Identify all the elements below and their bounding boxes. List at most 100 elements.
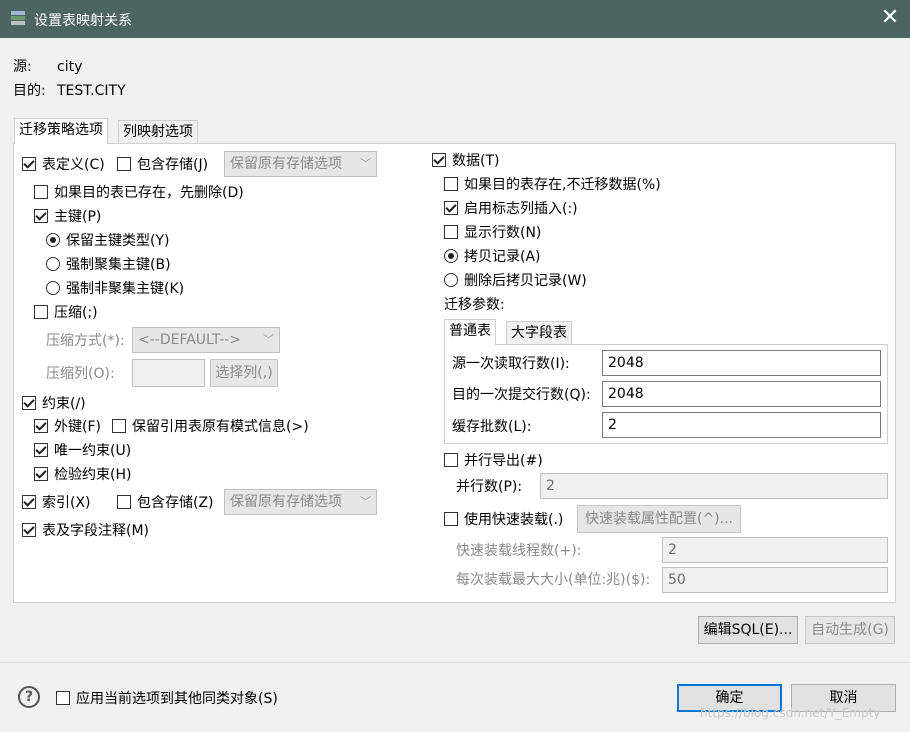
keep-ref-schema-label: 保留引用表原有模式信息(>) bbox=[132, 419, 309, 435]
edit-sql-button[interactable]: 编辑SQL(E)... bbox=[698, 616, 798, 644]
constraints-checkbox[interactable]: 约束(/) bbox=[22, 393, 86, 413]
footer-divider bbox=[0, 662, 910, 663]
include-storage-label: 包含存储(J) bbox=[137, 157, 209, 173]
tab-large-field-table[interactable]: 大字段表 bbox=[506, 321, 572, 345]
parallel-export-label: 并行导出(#) bbox=[464, 453, 543, 469]
show-rows-checkbox[interactable]: 显示行数(N) bbox=[444, 222, 541, 242]
check-constraint-label: 检验约束(H) bbox=[54, 467, 132, 483]
watermark: https://blog.csdn.net/Y_Empty bbox=[700, 706, 881, 720]
checkbox-box bbox=[34, 443, 48, 457]
target-value: TEST.CITY bbox=[57, 83, 126, 99]
compress-method-combo[interactable]: <--DEFAULT--> ﹀ bbox=[132, 327, 280, 353]
index-label: 索引(X) bbox=[42, 495, 91, 511]
checkbox-box bbox=[34, 209, 48, 223]
app-icon bbox=[11, 11, 25, 25]
buffer-batches-input[interactable]: 2 bbox=[602, 412, 881, 438]
parallel-count-label: 并行数(P): bbox=[456, 479, 523, 495]
unique-constraint-checkbox[interactable]: 唯一约束(U) bbox=[34, 440, 131, 460]
apply-all-checkbox[interactable]: 应用当前选项到其他同类对象(S) bbox=[56, 688, 278, 708]
force-clustered-radio[interactable]: 强制聚集主键(B) bbox=[46, 254, 171, 274]
fast-threads-input[interactable]: 2 bbox=[662, 537, 888, 563]
compress-label: 压缩(;) bbox=[54, 305, 98, 321]
read-rows-input[interactable]: 2048 bbox=[602, 350, 881, 376]
index-checkbox[interactable]: 索引(X) bbox=[22, 492, 91, 512]
checkbox-box bbox=[444, 177, 458, 191]
radio-dot bbox=[46, 257, 60, 271]
apply-all-label: 应用当前选项到其他同类对象(S) bbox=[76, 691, 278, 707]
storage-option-combo[interactable]: 保留原有存储选项 ﹀ bbox=[224, 151, 377, 177]
delete-then-copy-radio[interactable]: 删除后拷贝记录(W) bbox=[444, 270, 587, 290]
table-def-checkbox[interactable]: 表定义(C) bbox=[22, 154, 105, 174]
include-storage-checkbox[interactable]: 包含存储(J) bbox=[117, 154, 208, 174]
unique-constraint-label: 唯一约束(U) bbox=[54, 443, 132, 459]
auto-generate-button[interactable]: 自动生成(G) bbox=[805, 616, 895, 644]
copy-records-label: 拷贝记录(A) bbox=[464, 249, 541, 265]
identity-insert-label: 启用标志列插入(:) bbox=[464, 201, 578, 217]
radio-dot bbox=[444, 273, 458, 287]
source-label: 源: bbox=[13, 59, 32, 75]
read-rows-label: 源一次读取行数(I): bbox=[452, 356, 570, 372]
storage-option-2-combo[interactable]: 保留原有存储选项 ﹀ bbox=[224, 489, 377, 515]
select-cols-button[interactable]: 选择列(,) bbox=[210, 359, 278, 387]
parallel-export-checkbox[interactable]: 并行导出(#) bbox=[444, 450, 543, 470]
storage-option-value: 保留原有存储选项 bbox=[230, 156, 342, 172]
copy-records-radio[interactable]: 拷贝记录(A) bbox=[444, 246, 541, 266]
chevron-down-icon: ﹀ bbox=[360, 495, 371, 508]
buffer-batches-label: 缓存批数(L): bbox=[452, 419, 532, 435]
radio-dot bbox=[46, 281, 60, 295]
checkbox-box bbox=[22, 495, 36, 509]
chevron-down-icon: ﹀ bbox=[263, 333, 274, 346]
checkbox-box bbox=[444, 512, 458, 526]
window-title: 设置表映射关系 bbox=[34, 13, 132, 29]
radio-dot bbox=[46, 233, 60, 247]
data-checkbox[interactable]: 数据(T) bbox=[432, 150, 499, 170]
checkbox-box bbox=[444, 201, 458, 215]
identity-insert-checkbox[interactable]: 启用标志列插入(:) bbox=[444, 198, 578, 218]
help-icon[interactable]: ? bbox=[18, 686, 40, 708]
checkbox-box bbox=[444, 453, 458, 467]
foreign-key-checkbox[interactable]: 外键(F) bbox=[34, 416, 101, 436]
primary-key-label: 主键(P) bbox=[54, 209, 102, 225]
compress-checkbox[interactable]: 压缩(;) bbox=[34, 302, 98, 322]
checkbox-box bbox=[22, 157, 36, 171]
checkbox-box bbox=[112, 419, 126, 433]
data-label: 数据(T) bbox=[452, 153, 500, 169]
fast-max-size-input[interactable]: 50 bbox=[662, 567, 888, 593]
storage-option-2-value: 保留原有存储选项 bbox=[230, 494, 342, 510]
title-bar: 设置表映射关系 ✕ bbox=[0, 0, 910, 38]
checkbox-box bbox=[34, 305, 48, 319]
show-rows-label: 显示行数(N) bbox=[464, 225, 542, 241]
chevron-down-icon: ﹀ bbox=[360, 157, 371, 170]
keep-ref-schema-checkbox[interactable]: 保留引用表原有模式信息(>) bbox=[112, 416, 309, 436]
fast-load-label: 使用快速装载(.) bbox=[464, 512, 564, 528]
close-icon[interactable]: ✕ bbox=[870, 0, 910, 38]
fast-load-checkbox[interactable]: 使用快速装载(.) bbox=[444, 509, 563, 529]
parallel-count-input[interactable]: 2 bbox=[540, 473, 888, 499]
include-storage-2-checkbox[interactable]: 包含存储(Z) bbox=[117, 492, 214, 512]
tab-migration-strategy[interactable]: 迁移策略选项 bbox=[14, 118, 108, 144]
skip-if-exists-checkbox[interactable]: 如果目的表存在,不迁移数据(%) bbox=[444, 174, 661, 194]
keep-pk-type-radio[interactable]: 保留主键类型(Y) bbox=[46, 230, 169, 250]
primary-key-checkbox[interactable]: 主键(P) bbox=[34, 206, 101, 226]
checkbox-box bbox=[56, 691, 70, 705]
include-storage-2-label: 包含存储(Z) bbox=[137, 495, 214, 511]
tab-column-mapping[interactable]: 列映射选项 bbox=[118, 120, 198, 144]
commit-rows-input[interactable]: 2048 bbox=[602, 381, 881, 407]
drop-if-exists-label: 如果目的表已存在，先删除(D) bbox=[54, 185, 244, 201]
fast-load-config-button[interactable]: 快速装载属性配置(^)... bbox=[577, 505, 741, 533]
skip-if-exists-label: 如果目的表存在,不迁移数据(%) bbox=[464, 177, 661, 193]
compress-cols-input[interactable] bbox=[132, 359, 205, 387]
table-def-label: 表定义(C) bbox=[42, 157, 105, 173]
radio-dot bbox=[444, 249, 458, 263]
drop-if-exists-checkbox[interactable]: 如果目的表已存在，先删除(D) bbox=[34, 182, 244, 202]
comments-checkbox[interactable]: 表及字段注释(M) bbox=[22, 520, 149, 540]
fast-threads-label: 快速装载线程数(+): bbox=[456, 543, 582, 559]
keep-pk-type-label: 保留主键类型(Y) bbox=[66, 233, 170, 249]
checkbox-box bbox=[34, 467, 48, 481]
tab-normal-table[interactable]: 普通表 bbox=[444, 319, 496, 345]
force-nonclustered-radio[interactable]: 强制非聚集主键(K) bbox=[46, 278, 184, 298]
foreign-key-label: 外键(F) bbox=[54, 419, 101, 435]
delete-then-copy-label: 删除后拷贝记录(W) bbox=[464, 273, 587, 289]
check-constraint-checkbox[interactable]: 检验约束(H) bbox=[34, 464, 131, 484]
target-label: 目的: bbox=[13, 83, 46, 99]
